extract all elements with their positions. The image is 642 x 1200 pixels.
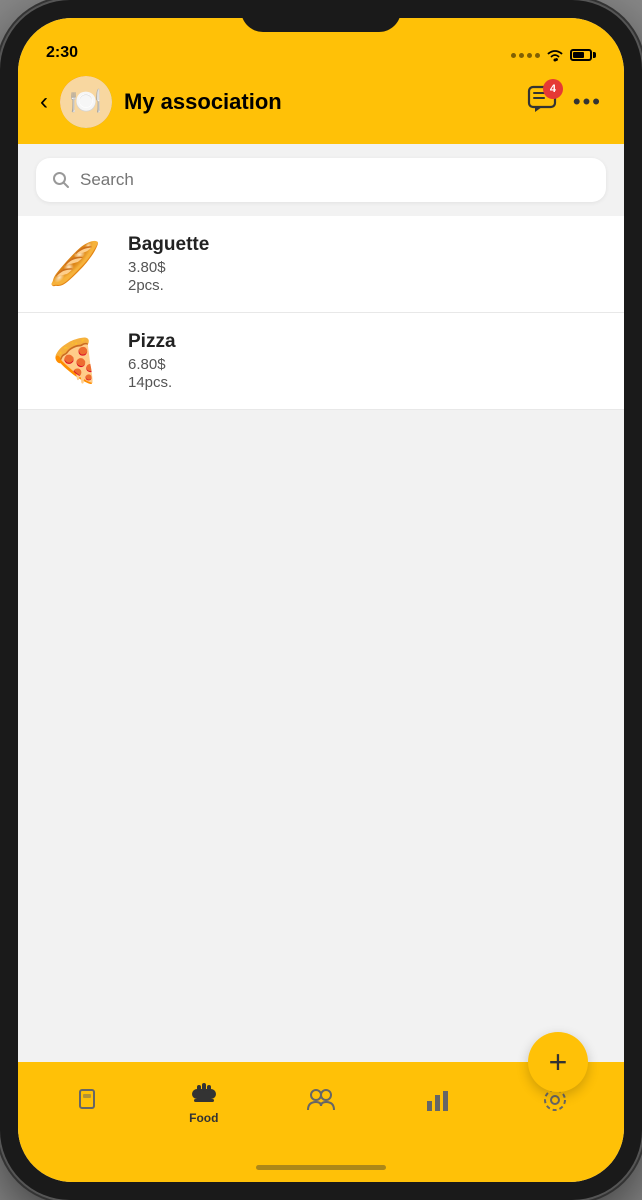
product-qty: 2pcs. — [128, 277, 602, 294]
nav-label-food: Food — [189, 1111, 218, 1125]
list-item[interactable]: 🥖 Baguette 3.80$ 2pcs. — [18, 216, 624, 313]
notification-badge: 4 — [543, 79, 563, 99]
product-price: 3.80$ — [128, 259, 602, 276]
product-image-pizza: 🍕 — [40, 336, 110, 386]
header-left: ‹ 🍽️ My association — [40, 76, 282, 128]
content-area: 🥖 Baguette 3.80$ 2pcs. 🍕 Pizza 6.80$ 14p… — [18, 216, 624, 1062]
phone-frame: 2:30 — [0, 0, 642, 1200]
product-name: Baguette — [128, 234, 602, 256]
product-qty: 14pcs. — [128, 374, 602, 391]
status-time: 2:30 — [46, 44, 78, 62]
product-price: 6.80$ — [128, 356, 602, 373]
product-info-pizza: Pizza 6.80$ 14pcs. — [128, 331, 602, 391]
food-icon — [189, 1079, 219, 1107]
search-box — [36, 158, 606, 202]
phone-screen: 2:30 — [18, 18, 624, 1182]
search-icon — [52, 171, 70, 189]
home-indicator — [18, 1152, 624, 1182]
users-icon — [306, 1088, 336, 1112]
notch — [241, 0, 401, 32]
search-container — [18, 144, 624, 216]
svg-text:🍽️: 🍽️ — [70, 86, 102, 116]
product-info-baguette: Baguette 3.80$ 2pcs. — [128, 234, 602, 294]
stats-icon — [425, 1087, 451, 1113]
battery-icon — [570, 49, 596, 61]
avatar: 🍽️ — [60, 76, 112, 128]
avatar-image: 🍽️ — [60, 76, 112, 128]
product-list: 🥖 Baguette 3.80$ 2pcs. 🍕 Pizza 6.80$ 14p… — [18, 216, 624, 410]
add-button[interactable]: + — [528, 1032, 588, 1092]
wifi-icon — [546, 48, 564, 62]
header: ‹ 🍽️ My association — [18, 68, 624, 144]
product-image-baguette: 🥖 — [40, 239, 110, 289]
notification-button[interactable]: 4 — [527, 85, 557, 120]
drinks-icon — [74, 1086, 100, 1114]
search-input[interactable] — [80, 170, 590, 190]
home-bar — [256, 1165, 386, 1170]
nav-item-stats[interactable] — [380, 1087, 497, 1117]
list-item[interactable]: 🍕 Pizza 6.80$ 14pcs. — [18, 313, 624, 410]
more-button[interactable]: ••• — [573, 89, 602, 115]
nav-item-users[interactable] — [262, 1088, 379, 1116]
nav-item-food[interactable]: Food — [145, 1079, 262, 1125]
status-icons — [511, 48, 596, 62]
header-right: 4 ••• — [527, 85, 602, 120]
back-button[interactable]: ‹ — [40, 88, 48, 116]
page-title: My association — [124, 89, 282, 115]
product-name: Pizza — [128, 331, 602, 353]
nav-item-drinks[interactable] — [28, 1086, 145, 1118]
signal-icon — [511, 53, 540, 58]
